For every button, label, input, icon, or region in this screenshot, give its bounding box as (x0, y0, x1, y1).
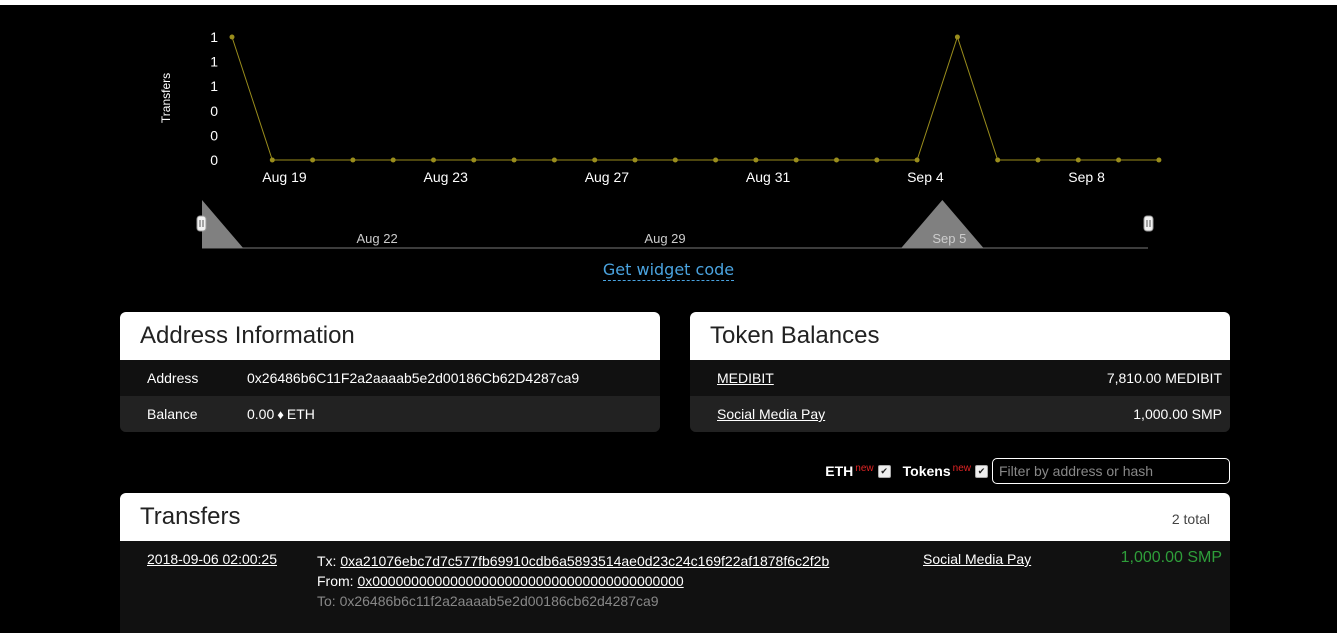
balance-value-group: 0.00 ♦ ETH (247, 406, 660, 422)
token-balance-value: 1,000.00 SMP (1133, 406, 1222, 422)
data-point (793, 157, 799, 163)
data-point (269, 157, 275, 163)
x-tick-label: Sep 8 (1068, 169, 1105, 185)
x-tick-label: Aug 19 (262, 169, 307, 185)
transfers-title: Transfers (140, 503, 241, 530)
data-point (471, 157, 477, 163)
transfers-total: 2 total (1171, 511, 1210, 527)
navigator-tick-label: Aug 22 (357, 231, 398, 246)
get-widget-code-link[interactable]: Get widget code (602, 260, 735, 281)
widget-link-container: Get widget code (0, 260, 1337, 281)
from-line: From: 0x00000000000000000000000000000000… (317, 571, 829, 591)
series-line (231, 35, 1159, 161)
data-point (1075, 157, 1081, 163)
y-tick-label: 0 (210, 127, 218, 143)
transfer-token-link[interactable]: Social Media Pay (923, 551, 1031, 567)
data-point (310, 157, 316, 163)
data-point (229, 34, 235, 40)
x-tick-label: Aug 23 (424, 169, 469, 185)
balance-row: Balance 0.00 ♦ ETH (120, 396, 660, 432)
navigator-ticks: Aug 22 Aug 29 Sep 5 (357, 231, 967, 246)
x-tick-label: Sep 4 (907, 169, 944, 185)
y-tick-label: 1 (210, 78, 218, 94)
data-point (672, 157, 678, 163)
navigator-tick-label: Sep 5 (932, 231, 966, 246)
data-point (874, 157, 880, 163)
balance-label: Balance (147, 406, 198, 422)
x-tick-label: Aug 31 (746, 169, 791, 185)
y-tick-label: 0 (210, 152, 218, 168)
to-address: 0x26486b6c11f2a2aaaab5e2d00186cb62d4287c… (339, 593, 659, 609)
token-balance-value: 7,810.00 MEDIBIT (1106, 370, 1222, 386)
data-point (713, 157, 719, 163)
navigator-handle-left[interactable] (196, 215, 207, 232)
tx-line: Tx: 0xa21076ebc7d7c577fb69910cdb6a589351… (317, 551, 829, 571)
data-point (1116, 157, 1122, 163)
data-point (390, 157, 396, 163)
token-balances-panel: Token Balances MEDIBIT 7,810.00 MEDIBIT … (690, 312, 1230, 432)
tokens-filter-label: Tokens (902, 463, 951, 479)
filter-input[interactable] (992, 458, 1230, 484)
address-information-panel: Address Information Address 0x26486b6C11… (120, 312, 660, 432)
x-tick-label: Aug 27 (585, 169, 630, 185)
tx-label: Tx: (317, 553, 337, 569)
to-label: To: (317, 593, 336, 609)
address-information-title: Address Information (120, 312, 660, 360)
y-tick-label: 0 (210, 103, 218, 119)
from-address-link[interactable]: 0x00000000000000000000000000000000000000… (357, 573, 683, 589)
data-point (954, 34, 960, 40)
navigator-handle-right[interactable] (1143, 215, 1154, 232)
transfers-chart: Transfers 1 1 1 0 0 0 Aug 19 Aug 23 Aug 27 Aug 3… (159, 29, 1162, 249)
token-balances-title: Token Balances (690, 312, 1230, 360)
transfer-date-link[interactable]: 2018-09-06 02:00:25 (147, 551, 277, 567)
table-row: 2018-09-06 02:00:25 Tx: 0xa21076ebc7d7c5… (120, 541, 1230, 619)
transfer-details: Tx: 0xa21076ebc7d7c577fb69910cdb6a589351… (317, 551, 829, 611)
token-row: MEDIBIT 7,810.00 MEDIBIT (690, 360, 1230, 396)
eth-icon: ♦ (277, 407, 284, 422)
token-link-medibit[interactable]: MEDIBIT (690, 370, 1107, 386)
address-row: Address 0x26486b6C11F2a2aaaab5e2d00186Cb… (120, 360, 660, 396)
y-axis-ticks: 1 1 1 0 0 0 (210, 29, 218, 168)
data-point (753, 157, 759, 163)
address-value: 0x26486b6C11F2a2aaaab5e2d00186Cb62D4287c… (247, 370, 580, 386)
transfer-filters: ETH new ✔ Tokens new ✔ (825, 458, 1230, 484)
data-point (914, 157, 920, 163)
data-point (632, 157, 638, 163)
data-point (350, 157, 356, 163)
tokens-filter-checkbox[interactable]: ✔ (975, 464, 988, 478)
token-link-social-media-pay[interactable]: Social Media Pay (690, 406, 1133, 422)
tx-hash-link[interactable]: 0xa21076ebc7d7c577fb69910cdb6a5893514ae0… (340, 553, 829, 569)
data-point (551, 157, 557, 163)
data-point (431, 157, 436, 163)
y-tick-label: 1 (210, 29, 218, 45)
data-point (592, 157, 598, 163)
balance-unit: ETH (286, 406, 315, 422)
y-tick-label: 1 (210, 54, 218, 70)
to-line: To: 0x26486b6c11f2a2aaaab5e2d00186cb62d4… (317, 591, 829, 611)
data-point (511, 157, 517, 163)
x-axis-ticks: Aug 19 Aug 23 Aug 27 Aug 31 Sep 4 Sep 8 (262, 169, 1105, 185)
range-navigator: Aug 22 Aug 29 Sep 5 (196, 200, 1154, 249)
y-axis-label: Transfers (159, 73, 173, 123)
eth-new-badge: new (855, 462, 874, 474)
transfer-amount: 1,000.00 SMP (1120, 549, 1222, 566)
token-row: Social Media Pay 1,000.00 SMP (690, 396, 1230, 432)
from-label: From: (317, 573, 354, 589)
eth-filter-label: ETH (825, 463, 854, 479)
transfers-header: Transfers 2 total (120, 493, 1230, 541)
tokens-new-badge: new (952, 462, 971, 474)
address-label: Address (147, 370, 199, 386)
balance-value: 0.00 (247, 406, 275, 422)
data-point (1156, 157, 1162, 163)
data-point (1035, 157, 1041, 163)
data-point (995, 157, 1001, 163)
series-points (229, 34, 1162, 163)
eth-filter-checkbox[interactable]: ✔ (877, 464, 891, 478)
data-point (834, 157, 839, 163)
navigator-tick-label: Aug 29 (644, 231, 685, 246)
transfers-panel: Transfers 2 total 2018-09-06 02:00:25 Tx… (120, 493, 1230, 633)
